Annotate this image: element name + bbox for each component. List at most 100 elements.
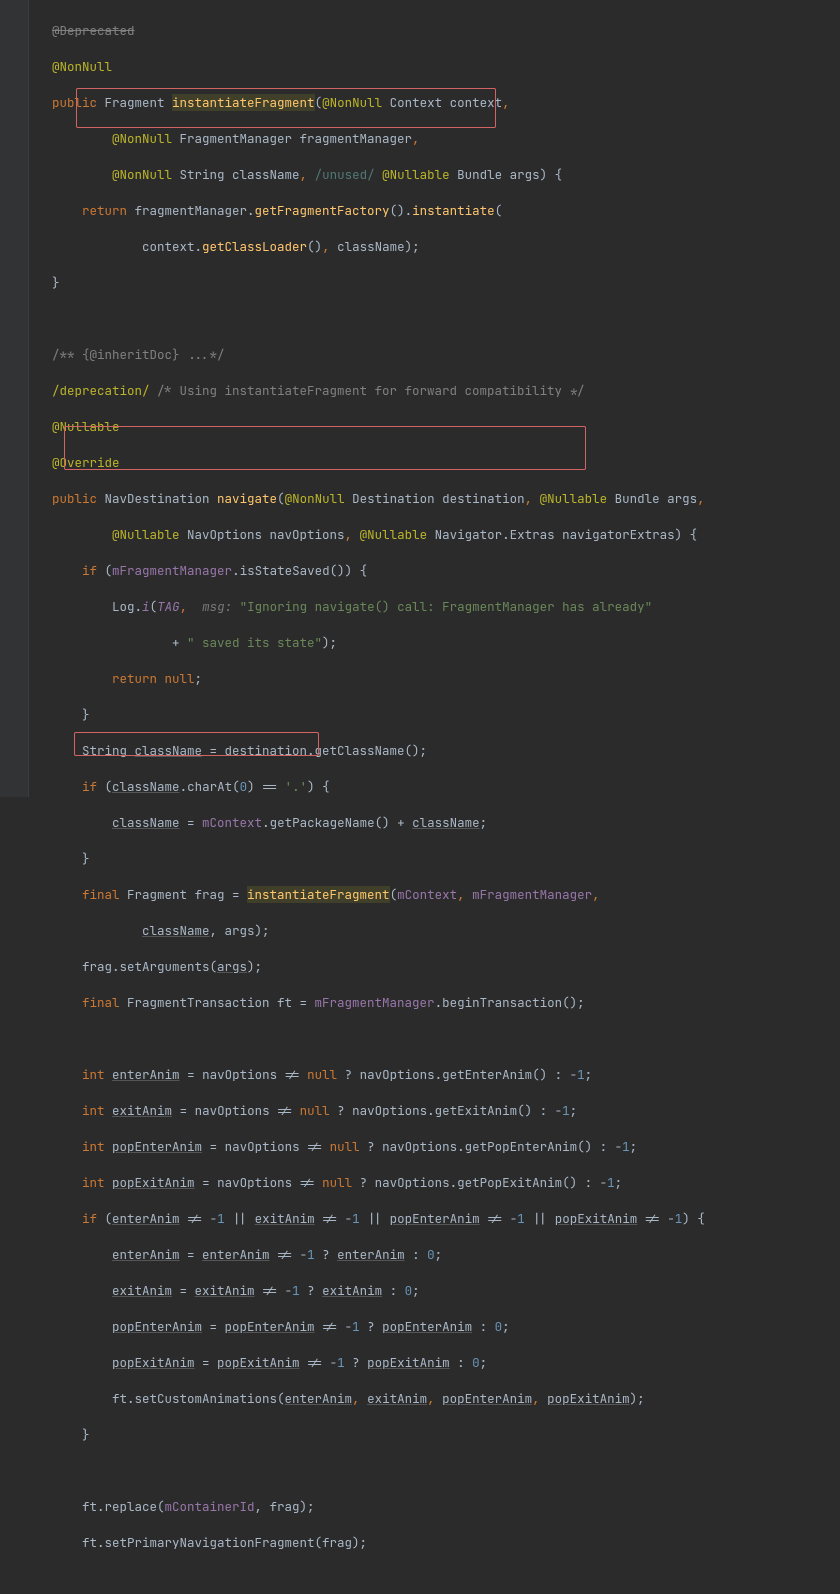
kw-null: null	[300, 1102, 330, 1119]
txt: ;	[570, 1102, 578, 1119]
var: popExitAnim	[217, 1354, 300, 1371]
txt: Log.	[112, 598, 142, 615]
txt: = destination.getClassName();	[202, 742, 427, 759]
txt: (	[150, 598, 158, 615]
gutter	[0, 0, 29, 797]
num: 1	[562, 1102, 570, 1119]
num: 1	[622, 1138, 630, 1155]
txt: +	[172, 634, 187, 651]
sp	[52, 1030, 60, 1047]
suppress: /deprecation/	[52, 382, 150, 399]
var: popExitAnim	[112, 1354, 195, 1371]
txt: =	[180, 1246, 203, 1263]
call: instantiate	[412, 202, 495, 219]
sp	[52, 310, 60, 327]
ann-nullable: @Nullable	[52, 418, 120, 435]
var: enterAnim	[112, 1210, 180, 1227]
var: exitAnim	[255, 1210, 315, 1227]
var: popEnterAnim	[112, 1318, 202, 1335]
kw-int: int	[82, 1138, 105, 1155]
var: popEnterAnim	[225, 1318, 315, 1335]
txt: );	[405, 238, 420, 255]
param: Destination destination	[345, 490, 525, 507]
field: mContainerId	[165, 1498, 255, 1515]
paren: (	[277, 490, 285, 507]
log-i: i	[142, 598, 150, 615]
num: 1	[577, 1066, 585, 1083]
txt: ;	[585, 1066, 593, 1083]
param: Bundle args	[607, 490, 697, 507]
kw: final	[82, 886, 120, 903]
str: "Ignoring navigate() call: FragmentManag…	[232, 598, 652, 615]
var: popEnterAnim	[390, 1210, 480, 1227]
num: 1	[607, 1174, 615, 1191]
txt: .isStateSaved()) {	[232, 562, 367, 579]
kw-null: null	[307, 1066, 337, 1083]
txt: (	[97, 562, 112, 579]
txt: FragmentTransaction ft =	[120, 994, 315, 1011]
txt: Fragment frag =	[120, 886, 248, 903]
var: args	[217, 958, 247, 975]
code-area[interactable]: @Deprecated @NonNull public Fragment ins…	[28, 0, 840, 1594]
kw-if: if	[82, 562, 97, 579]
ann: @NonNull	[322, 94, 382, 111]
txt: ;	[630, 1138, 638, 1155]
type-fragment: Fragment	[97, 94, 172, 111]
annotation-deprecated: @Deprecated	[52, 22, 135, 39]
param: String className	[172, 166, 300, 183]
param: FragmentManager fragmentManager	[172, 130, 412, 147]
field: mFragmentManager	[112, 562, 232, 579]
var: className	[142, 922, 210, 939]
txt: :	[405, 1246, 428, 1263]
kw: return null	[112, 670, 195, 687]
brace: }	[52, 274, 60, 291]
txt: (	[495, 202, 503, 219]
field: mContext	[397, 886, 457, 903]
var: exitAnim	[195, 1282, 255, 1299]
txt: ? navOptions.getPopEnterAnim() : -	[360, 1138, 623, 1155]
kw: public	[52, 490, 97, 507]
txt: ||	[225, 1210, 255, 1227]
var: enterAnim	[202, 1246, 270, 1263]
txt: ;	[435, 1246, 443, 1263]
var: className	[112, 814, 180, 831]
param: Context context	[382, 94, 502, 111]
var: popEnterAnim	[442, 1390, 532, 1407]
javadoc: /** {@inheritDoc} ...*/	[52, 346, 225, 363]
txt: ()	[307, 238, 322, 255]
sp	[52, 1462, 60, 1479]
paren: (	[315, 94, 323, 111]
ann: @Nullable	[112, 526, 180, 543]
ann: @Nullable	[360, 526, 428, 543]
unused-hint: /unused/	[315, 166, 375, 183]
kw-null: null	[330, 1138, 360, 1155]
var: className	[412, 814, 480, 831]
kw-int: int	[82, 1102, 105, 1119]
txt: );	[322, 634, 337, 651]
var: exitAnim	[367, 1390, 427, 1407]
chr: '.'	[285, 778, 308, 795]
kw-int: int	[82, 1066, 105, 1083]
txt: ;	[615, 1174, 623, 1191]
ann: @NonNull	[112, 166, 172, 183]
param: Bundle args) {	[450, 166, 563, 183]
ann: @Nullable	[540, 490, 608, 507]
field: mContext	[202, 814, 262, 831]
call-instantiate: instantiateFragment	[247, 886, 390, 903]
txt: = navOptions !=	[202, 1138, 330, 1155]
var: className	[135, 742, 203, 759]
field: mFragmentManager	[472, 886, 592, 903]
type: NavDestination	[97, 490, 217, 507]
brace: }	[82, 1426, 90, 1443]
const-tag: TAG	[157, 598, 180, 615]
kw-null: null	[322, 1174, 352, 1191]
txt: (	[97, 1210, 112, 1227]
num: 1	[307, 1246, 315, 1263]
kw-return: return	[82, 202, 127, 219]
txt: ft.setPrimaryNavigationFragment(frag);	[82, 1534, 367, 1551]
txt: fragmentManager.	[127, 202, 255, 219]
txt: = navOptions !=	[195, 1174, 323, 1191]
txt: .beginTransaction();	[435, 994, 585, 1011]
txt: != -	[180, 1210, 218, 1227]
call: getClassLoader	[202, 238, 307, 255]
